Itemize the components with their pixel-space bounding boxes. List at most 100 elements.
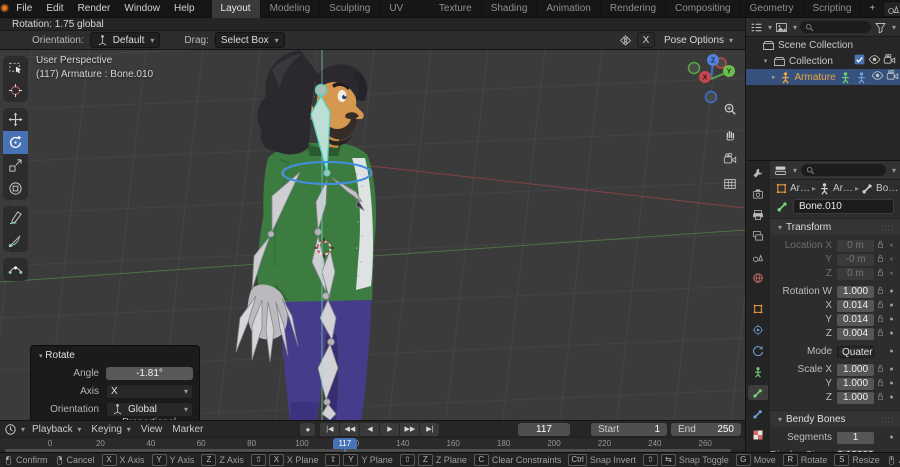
workspace-tab-compositing[interactable]: Compositing xyxy=(666,0,741,18)
animate-property-dot[interactable]: ● xyxy=(887,256,896,263)
drag-dropdown[interactable]: Select Box ▾ xyxy=(214,32,285,48)
workspace-tab-animation[interactable]: Animation xyxy=(537,0,601,18)
properties-tab-render[interactable] xyxy=(748,186,768,201)
animate-property-dot[interactable]: ● xyxy=(887,434,896,441)
operator-redo-panel[interactable]: ▾ Rotate Angle -1.81° Axis X ▾ Orientatio… xyxy=(30,345,200,420)
properties-options-icon[interactable]: ▾ xyxy=(892,166,896,175)
viewport-camera-button[interactable] xyxy=(723,152,737,169)
property-value-field[interactable]: 1 xyxy=(837,431,874,444)
panel-grip-icon[interactable]: :::: xyxy=(881,223,894,232)
properties-tab-physics[interactable] xyxy=(748,343,768,358)
prev-keyframe-button[interactable]: ◀◀ xyxy=(340,422,360,436)
breadcrumb-item[interactable]: Bo… xyxy=(861,182,898,195)
workspace-tab-rendering[interactable]: Rendering xyxy=(601,0,667,18)
properties-tab-scene[interactable] xyxy=(748,249,768,264)
timeline-menu-view[interactable]: View xyxy=(136,421,168,438)
properties-tab-bone[interactable] xyxy=(748,385,768,400)
viewport-3d[interactable]: Z X Y User Perspective (117) Armature : … xyxy=(0,50,745,420)
display-mode-icon[interactable] xyxy=(750,21,763,34)
properties-tab-tool[interactable] xyxy=(748,165,768,180)
property-value-field[interactable]: 0 m xyxy=(837,239,874,252)
properties-tab-constraints[interactable] xyxy=(748,322,768,337)
animate-property-dot[interactable]: ● xyxy=(887,288,896,295)
animate-property-dot[interactable]: ● xyxy=(887,330,896,337)
camera-toggle[interactable] xyxy=(883,53,896,69)
workspace-tab-texture-paint[interactable]: Texture Paint xyxy=(430,0,482,32)
disclosure-icon[interactable]: ▸ xyxy=(772,73,776,81)
properties-editor-icon[interactable] xyxy=(774,164,787,177)
workspace-tab-geometry-nodes[interactable]: Geometry Nodes xyxy=(741,0,804,32)
properties-tab-view-layer[interactable] xyxy=(748,228,768,243)
tool-pose[interactable] xyxy=(3,258,28,281)
end-frame-field[interactable]: End 250 xyxy=(671,422,741,436)
checkbox-toggle[interactable] xyxy=(853,53,866,69)
panel-header-bendy-bones[interactable]: ▾ Bendy Bones:::: xyxy=(770,410,900,427)
outliner-row-collection[interactable]: ▾ Collection xyxy=(746,53,900,69)
lock-icon[interactable] xyxy=(874,240,887,252)
redo-panel-header[interactable]: ▾ Rotate xyxy=(37,350,193,361)
timeline-menu-keying[interactable]: Keying ▾ xyxy=(86,421,135,438)
workspace-tab-shading[interactable]: Shading xyxy=(482,0,538,18)
jump-to-end-button[interactable]: ▶| xyxy=(420,422,440,436)
properties-tab-output[interactable] xyxy=(748,207,768,222)
properties-tab-bone-constraints[interactable] xyxy=(748,406,768,421)
tool-cursor[interactable] xyxy=(3,79,28,102)
eye-toggle[interactable] xyxy=(868,53,881,69)
tool-scale[interactable] xyxy=(3,154,28,177)
tool-annotate[interactable] xyxy=(3,206,28,229)
lock-icon[interactable] xyxy=(874,364,887,376)
next-keyframe-button[interactable]: ▶▶ xyxy=(400,422,420,436)
menu-render[interactable]: Render xyxy=(71,0,118,17)
workspace-tab-scripting[interactable]: Scripting xyxy=(804,0,862,18)
outliner-search-input[interactable] xyxy=(800,21,871,33)
mirror-icon[interactable] xyxy=(619,34,632,47)
outliner-row-armature[interactable]: ▸ Armature xyxy=(746,69,900,85)
properties-tab-object[interactable] xyxy=(748,301,768,316)
scene-selector[interactable]: ▾ Scene ✕ xyxy=(883,0,900,17)
animate-property-dot[interactable]: ● xyxy=(887,242,896,249)
lock-icon[interactable] xyxy=(874,300,887,312)
lock-icon[interactable] xyxy=(874,378,887,390)
animate-property-dot[interactable]: ● xyxy=(887,302,896,309)
property-value-field[interactable]: 0.014 xyxy=(837,313,874,326)
workspace-tab-uv-editing[interactable]: UV Editing xyxy=(380,0,430,32)
funnel-icon[interactable] xyxy=(874,21,887,34)
property-value-field[interactable]: 0.004 xyxy=(837,327,874,340)
workspace-tab-sculpting[interactable]: Sculpting xyxy=(320,0,381,18)
disclosure-icon[interactable]: ▾ xyxy=(761,57,770,65)
record-button[interactable]: ● xyxy=(300,422,316,436)
properties-search-input[interactable] xyxy=(801,164,886,176)
workspace-tab-layout[interactable]: Layout xyxy=(211,0,261,18)
lock-icon[interactable] xyxy=(874,328,887,340)
timeline-menu-playback[interactable]: Playback ▾ xyxy=(27,421,86,438)
orientation-dropdown[interactable]: Default ▾ xyxy=(89,32,161,48)
menu-edit[interactable]: Edit xyxy=(39,0,70,17)
play-reverse-button[interactable]: ◀ xyxy=(360,422,380,436)
property-value-field[interactable]: 1.000 xyxy=(837,391,874,404)
lock-icon[interactable] xyxy=(874,254,887,266)
animate-property-dot[interactable]: ● xyxy=(887,380,896,387)
lock-icon[interactable] xyxy=(874,314,887,326)
character-mesh[interactable] xyxy=(247,50,377,420)
property-value-field[interactable]: -0 m xyxy=(837,253,874,266)
viewport-zoom-button[interactable] xyxy=(723,102,737,119)
lock-icon[interactable] xyxy=(874,392,887,404)
start-frame-field[interactable]: Start 1 xyxy=(591,422,667,436)
tool-move[interactable] xyxy=(3,108,28,131)
animate-property-dot[interactable]: ● xyxy=(887,348,896,355)
play-button[interactable]: ▶ xyxy=(380,422,400,436)
panel-grip-icon[interactable]: :::: xyxy=(881,415,894,424)
camera-toggle[interactable] xyxy=(886,69,899,85)
workspace-tab-modeling[interactable]: Modeling xyxy=(261,0,321,18)
clock-icon[interactable] xyxy=(4,423,17,436)
tool-transform[interactable] xyxy=(3,177,28,200)
timeline-ruler[interactable]: 020406080100120140160180200220240260117 xyxy=(0,437,745,449)
jump-to-start-button[interactable]: |◀ xyxy=(320,422,340,436)
breadcrumb-item[interactable]: Ar… xyxy=(775,182,810,195)
lock-icon[interactable] xyxy=(874,286,887,298)
menu-file[interactable]: File xyxy=(9,0,39,17)
properties-tab-world[interactable] xyxy=(748,270,768,285)
preview-range-clock-icon[interactable] xyxy=(574,423,587,436)
viewport-ortho-button[interactable] xyxy=(723,177,737,194)
property-value-field[interactable]: 1.000 xyxy=(837,363,874,376)
